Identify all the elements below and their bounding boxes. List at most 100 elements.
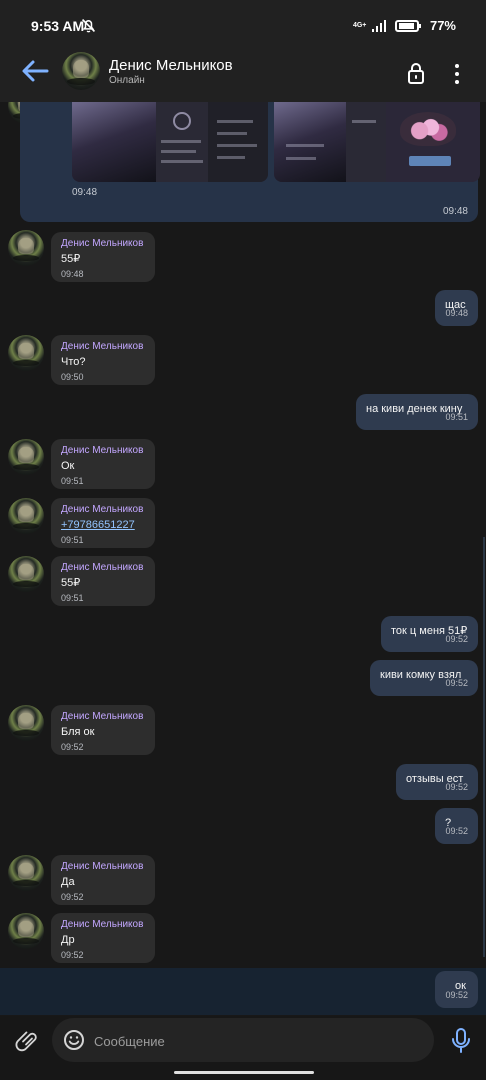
thumbnail-gauge (173, 112, 191, 130)
thumbnail-row (352, 120, 376, 123)
message-time: 09:48 (61, 269, 84, 279)
more-vertical-icon[interactable] (452, 62, 462, 86)
thumbnail-panel (72, 102, 156, 182)
battery-percent: 77% (429, 18, 456, 33)
outgoing-message[interactable]: ? 09:52 (435, 808, 478, 844)
media-time: 09:48 (72, 187, 98, 198)
sender-name[interactable]: Денис Мельников (61, 238, 145, 250)
image-thumbnail[interactable] (72, 102, 268, 182)
message-time: 09:52 (61, 892, 84, 902)
message-time: 09:51 (61, 593, 84, 603)
message-time: 09:48 (445, 308, 468, 318)
contact-avatar[interactable] (62, 52, 100, 90)
message-input-bar (0, 1016, 486, 1080)
message-text: 55₽ (61, 577, 81, 589)
sender-name[interactable]: Денис Мельников (61, 711, 145, 723)
online-status: Онлайн (109, 75, 145, 86)
message-text: Др (61, 934, 75, 946)
message-time: 09:52 (445, 678, 468, 688)
message-avatar[interactable] (8, 855, 44, 891)
thumbnail-row (217, 120, 253, 123)
home-indicator[interactable] (174, 1071, 314, 1074)
outgoing-message[interactable]: ток ц меня 51₽ 09:52 (381, 616, 478, 652)
thumbnail-row (286, 157, 316, 160)
incoming-message[interactable]: Денис Мельников Что? 09:50 (51, 335, 155, 385)
outgoing-message[interactable]: на киви денек кину 09:51 (356, 394, 478, 430)
incoming-message[interactable]: Денис Мельников Ок 09:51 (51, 439, 155, 489)
message-text: 55₽ (61, 253, 81, 265)
message-avatar[interactable] (8, 705, 44, 741)
thumbnail-row (286, 144, 324, 147)
message-time: 09:48 (442, 206, 468, 217)
chat-header: Денис Мельников Онлайн (0, 40, 486, 102)
message-text: Ок (61, 460, 75, 472)
message-avatar[interactable] (8, 556, 44, 592)
message-composer[interactable] (52, 1018, 434, 1062)
media-message[interactable]: 09:48 09:48 (20, 102, 480, 222)
message-avatar[interactable] (8, 230, 44, 266)
message-avatar[interactable] (8, 498, 44, 534)
lock-icon[interactable] (404, 60, 428, 86)
incoming-message[interactable]: Денис Мельников 55₽ 09:51 (51, 556, 155, 606)
message-time: 09:51 (445, 412, 468, 422)
paperclip-icon[interactable] (15, 1029, 39, 1053)
thumbnail-row (217, 144, 257, 147)
message-time: 09:51 (61, 476, 84, 486)
mute-bell-icon (81, 18, 96, 33)
message-time: 09:50 (61, 372, 84, 382)
thumbnail-row (161, 160, 203, 163)
network-label: 4G+ (352, 21, 367, 29)
message-avatar[interactable] (8, 335, 44, 371)
arrow-left-icon[interactable] (20, 58, 50, 84)
image-thumbnail[interactable] (274, 102, 480, 182)
message-time: 09:52 (61, 950, 84, 960)
incoming-message[interactable]: Денис Мельников +79786651227 09:51 (51, 498, 155, 548)
selected-message-highlight (0, 968, 486, 1015)
status-icons: 4G+ 77% (353, 18, 456, 33)
sender-name[interactable]: Денис Мельников (61, 562, 145, 574)
message-avatar[interactable] (8, 439, 44, 475)
message-input[interactable] (94, 1031, 404, 1051)
outgoing-message[interactable]: ок 09:52 (435, 971, 478, 1008)
lotus-image (400, 112, 456, 146)
incoming-message[interactable]: Денис Мельников Бля ок 09:52 (51, 705, 155, 755)
thumbnail-row (161, 140, 201, 143)
incoming-message[interactable]: Денис Мельников Др 09:52 (51, 913, 155, 963)
message-time: 09:52 (445, 634, 468, 644)
sender-name[interactable]: Денис Мельников (61, 341, 145, 353)
outgoing-message[interactable]: отзывы ест 09:52 (396, 764, 478, 800)
smile-icon[interactable] (63, 1029, 85, 1051)
sender-name[interactable]: Денис Мельников (61, 504, 145, 516)
sender-name[interactable]: Денис Мельников (61, 861, 145, 873)
outgoing-message[interactable]: щас 09:48 (435, 290, 478, 326)
outgoing-message[interactable]: киви комку взял 09:52 (370, 660, 478, 696)
incoming-message[interactable]: Денис Мельников 55₽ 09:48 (51, 232, 155, 282)
chat-title[interactable]: Денис Мельников (109, 57, 233, 74)
phone-link[interactable]: +79786651227 (61, 518, 145, 532)
message-text: Что? (61, 356, 86, 368)
message-time: 09:52 (445, 782, 468, 792)
message-avatar[interactable] (8, 913, 44, 949)
signal-icon (371, 19, 386, 32)
thumbnail-panel (274, 102, 346, 182)
message-time: 09:52 (445, 826, 468, 836)
thumbnail-row (217, 132, 247, 135)
message-list[interactable]: 09:48 09:48 Денис Мельников 55₽ 09:48 ща… (0, 102, 486, 1016)
battery-icon (394, 19, 421, 32)
message-time: 09:52 (445, 990, 468, 1000)
thumbnail-row (217, 156, 245, 159)
incoming-message[interactable]: Денис Мельников Да 09:52 (51, 855, 155, 905)
thumbnail-panel (208, 102, 268, 182)
thumbnail-row (161, 150, 196, 153)
status-time: 9:53 AM (31, 18, 85, 34)
sender-name[interactable]: Денис Мельников (61, 919, 145, 931)
message-time: 09:52 (61, 742, 84, 752)
message-text: Бля ок (61, 726, 95, 738)
thumbnail-panel (346, 102, 386, 182)
sender-name[interactable]: Денис Мельников (61, 445, 145, 457)
thumbnail-button (409, 156, 451, 166)
microphone-icon[interactable] (450, 1027, 472, 1055)
message-text: Да (61, 876, 75, 888)
scrollbar-track[interactable] (483, 537, 485, 957)
message-time: 09:51 (61, 535, 84, 545)
